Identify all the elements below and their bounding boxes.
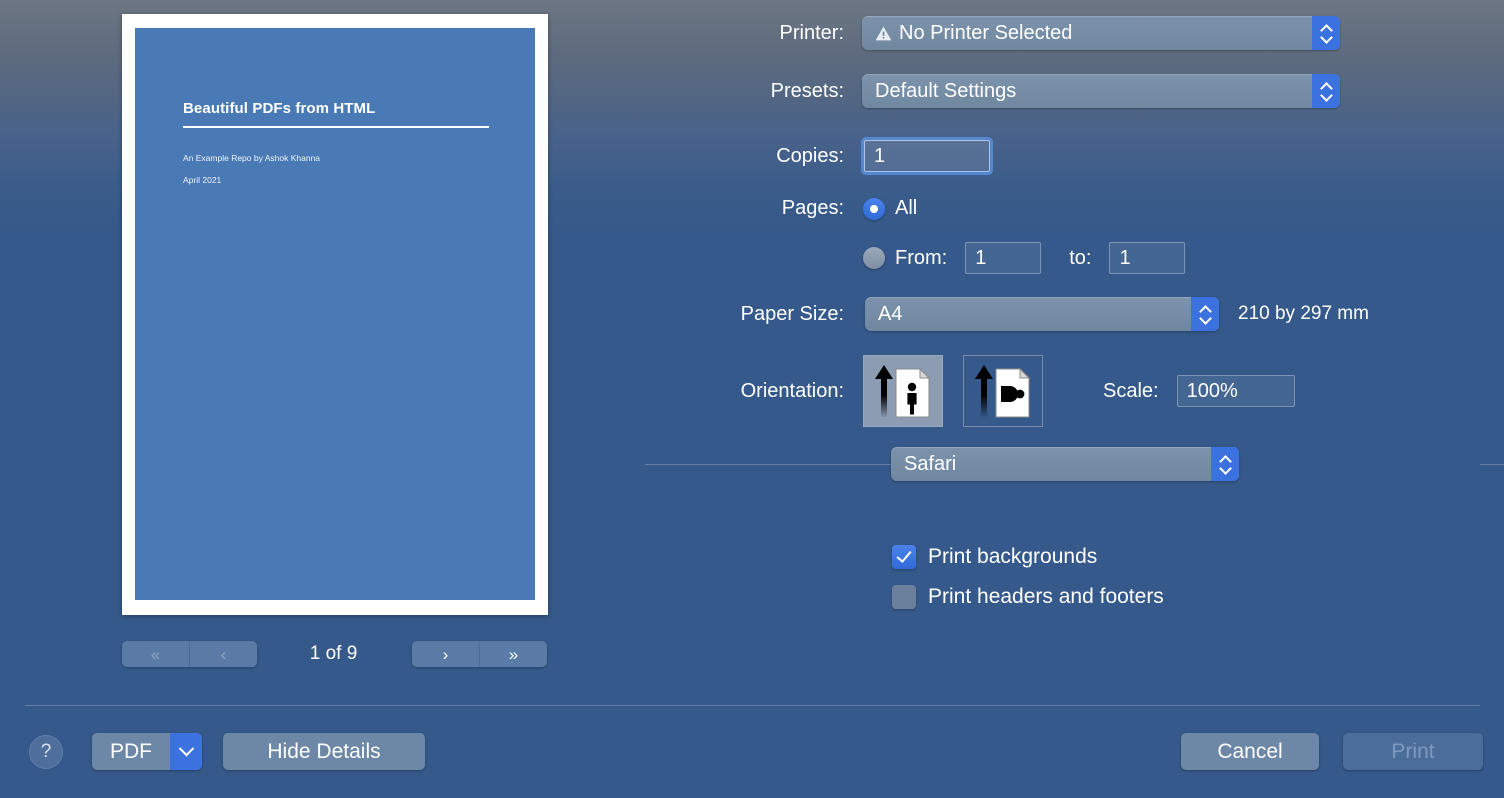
pager-page-count: 1 of 9 [309,643,358,664]
app-section-popup-value: Safari [904,452,957,475]
preview-page-content: Beautiful PDFs from HTML An Example Repo… [135,28,535,600]
cancel-button[interactable]: Cancel [1181,733,1319,770]
pdf-menu-label: PDF [92,733,170,770]
printer-label: Printer: [779,21,844,44]
copies-label: Copies: [776,144,844,167]
orientation-row: Orientation: Scale: 100% [620,355,1295,427]
pages-to-label: to: [1069,246,1092,269]
copies-row: Copies: 1 [620,140,990,172]
scale-label: Scale: [1103,379,1159,402]
pages-from-label: From: [895,246,948,269]
preview-doc-author: An Example Repo by Ashok Khanna [183,153,321,163]
app-section-popup-button[interactable]: Safari [891,447,1239,481]
pages-label: Pages: [781,197,844,219]
pages-all-radio-option[interactable]: All [863,197,917,220]
presets-stepper-icon[interactable] [1312,74,1340,108]
orientation-landscape-button[interactable] [963,355,1043,427]
scale-input[interactable]: 100% [1176,375,1295,407]
pages-all-radio[interactable] [863,197,885,220]
paper-size-stepper-icon[interactable] [1191,297,1219,331]
printer-row: Printer: No Printer Selected [620,16,1340,50]
chevron-down-icon [1321,92,1332,99]
pager-first-button[interactable]: « [122,641,190,667]
portrait-orientation-icon [875,365,931,418]
printer-popup-value-wrap: No Printer Selected [862,22,1312,45]
hide-details-button[interactable]: Hide Details [223,733,425,770]
chevron-down-icon [1321,34,1332,41]
orientation-label: Orientation: [740,379,844,402]
paper-size-popup-value: A4 [878,302,903,325]
presets-popup-value: Default Settings [875,79,1017,102]
preview-doc-rule [183,126,489,128]
paper-size-popup-button[interactable]: A4 [865,297,1219,331]
printer-popup-button[interactable]: No Printer Selected [862,16,1340,50]
pager-last-button[interactable]: » [480,641,547,667]
print-dialog: Beautiful PDFs from HTML An Example Repo… [0,0,1504,798]
pager-back-group: « ‹ [122,641,257,667]
print-backgrounds-checkbox[interactable] [892,545,916,569]
chevron-down-icon [1200,315,1211,322]
print-headers-footers-checkbox-row[interactable]: Print headers and footers [892,585,1164,609]
preview-paper-sheet: Beautiful PDFs from HTML An Example Repo… [122,14,548,615]
pages-to-input[interactable]: 1 [1109,242,1186,274]
orientation-portrait-button[interactable] [863,355,943,427]
preview-pager: « ‹ 1 of 9 › » [0,637,620,671]
paper-size-label: Paper Size: [740,302,844,325]
landscape-orientation-icon [975,365,1031,418]
presets-popup-button[interactable]: Default Settings [862,74,1340,108]
warning-triangle-icon [875,26,892,40]
print-preview-pane: Beautiful PDFs from HTML An Example Repo… [0,0,620,700]
print-button[interactable]: Print [1343,733,1483,770]
preview-doc-title: Beautiful PDFs from HTML [183,100,376,117]
preview-doc-date: April 2021 [183,175,222,185]
presets-label: Presets: [770,79,844,102]
help-button[interactable]: ? [29,735,63,769]
chevron-down-icon [1220,465,1231,472]
pager-next-button[interactable]: › [412,641,480,667]
printer-popup-value: No Printer Selected [899,21,1073,44]
pager-prev-button[interactable]: ‹ [190,641,257,667]
app-section-divider-right [1480,464,1504,465]
paper-size-row: Paper Size: A4 210 by 297 mm [620,297,1369,331]
pager-forward-group: › » [412,641,547,667]
app-section-divider-left [645,464,891,465]
pages-all-row: Pages: All [620,197,917,220]
paper-dimensions-text: 210 by 297 mm [1238,303,1369,324]
pages-range-row: From: 1 to: 1 [863,242,1186,274]
print-headers-footers-checkbox[interactable] [892,585,916,609]
pdf-menu-button[interactable]: PDF [92,733,202,770]
print-backgrounds-label: Print backgrounds [928,545,1098,568]
print-headers-footers-label: Print headers and footers [928,585,1164,608]
copies-input[interactable]: 1 [864,140,990,172]
presets-row: Presets: Default Settings [620,74,1340,108]
printer-stepper-icon[interactable] [1312,16,1340,50]
pages-all-label: All [895,197,918,219]
pages-from-input[interactable]: 1 [965,242,1042,274]
print-settings-pane: Printer: No Printer Selected Presets: De… [620,0,1504,700]
print-backgrounds-checkbox-row[interactable]: Print backgrounds [892,545,1097,569]
pdf-menu-chevron-down-icon[interactable] [170,733,202,770]
pages-range-radio[interactable] [863,247,885,269]
app-section-stepper-icon[interactable] [1211,447,1239,481]
